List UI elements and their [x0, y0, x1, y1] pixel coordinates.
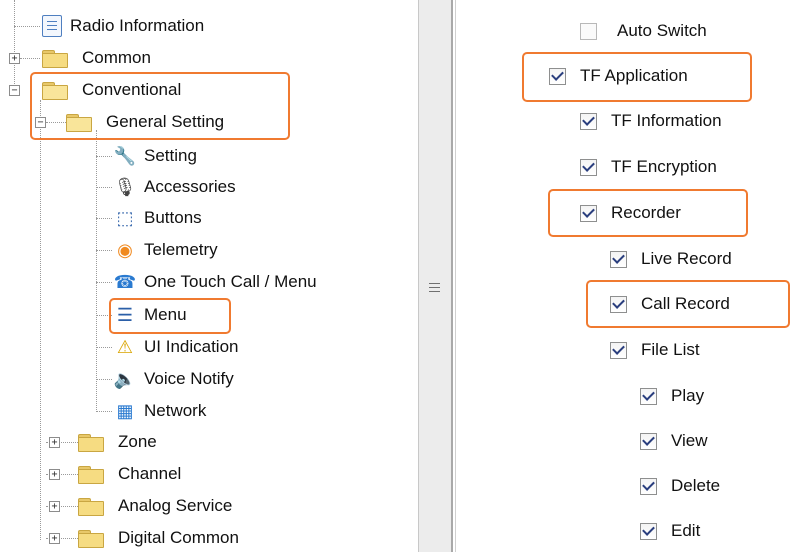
- option-label: Edit: [671, 521, 701, 540]
- checkbox[interactable]: [580, 158, 597, 176]
- tree-line: [14, 0, 15, 94]
- option-label: TF Encryption: [611, 157, 717, 176]
- tree-item-label: Radio Information: [70, 16, 205, 35]
- ui-indication-icon: ⚠: [116, 337, 134, 357]
- tree-item-telemetry[interactable]: ◉ Telemetry: [114, 237, 218, 263]
- tree-item-label: One Touch Call / Menu: [144, 272, 317, 291]
- expand-digital-common-icon[interactable]: +: [49, 533, 60, 544]
- option-delete[interactable]: Delete: [640, 473, 720, 499]
- tree-item-digital-common[interactable]: Digital Common: [78, 525, 239, 551]
- tree-item-label: Telemetry: [144, 240, 218, 259]
- tree-line: [96, 130, 97, 412]
- option-view[interactable]: View: [640, 428, 708, 454]
- option-tf-encryption[interactable]: TF Encryption: [580, 154, 717, 180]
- highlight-box: [109, 298, 231, 334]
- highlight-box: [548, 189, 748, 237]
- highlight-box: [30, 72, 290, 140]
- tree-item-label: UI Indication: [144, 337, 239, 356]
- option-label: Delete: [671, 476, 721, 495]
- expand-zone-icon[interactable]: +: [49, 437, 60, 448]
- folder-icon: [78, 529, 104, 548]
- tree-item-label: Channel: [118, 464, 182, 483]
- checkbox[interactable]: [640, 522, 657, 540]
- option-tf-information[interactable]: TF Information: [580, 108, 722, 134]
- tree-line: [96, 187, 112, 188]
- tree-item-network[interactable]: ▦ Network: [114, 398, 206, 424]
- tree-item-voice-notify[interactable]: 🔈 Voice Notify: [114, 366, 234, 392]
- checkbox[interactable]: [640, 432, 657, 450]
- wrench-icon: 🔧: [113, 146, 137, 166]
- phone-icon: ☎: [113, 272, 137, 292]
- tree-line: [96, 347, 112, 348]
- option-label: Live Record: [641, 249, 732, 268]
- tree-item-label: Digital Common: [118, 528, 239, 547]
- tree-item-label: Accessories: [144, 177, 236, 196]
- tree-line: [20, 58, 40, 59]
- tree-line: [96, 282, 112, 283]
- option-live-record[interactable]: Live Record: [610, 246, 732, 272]
- option-label: Auto Switch: [617, 21, 707, 40]
- tree-line: [96, 379, 112, 380]
- tree-item-label: Analog Service: [118, 496, 233, 515]
- option-label: File List: [641, 340, 700, 359]
- tree-item-buttons[interactable]: ⬚ Buttons: [114, 205, 202, 231]
- option-file-list[interactable]: File List: [610, 337, 700, 363]
- expand-analog-service-icon[interactable]: +: [49, 501, 60, 512]
- tree-item-common[interactable]: Common: [42, 45, 151, 71]
- option-play[interactable]: Play: [640, 383, 704, 409]
- checkbox[interactable]: [580, 22, 597, 40]
- tree-item-one-touch-call-menu[interactable]: ☎ One Touch Call / Menu: [114, 269, 317, 295]
- option-edit[interactable]: Edit: [640, 518, 700, 544]
- folder-icon: [78, 465, 104, 484]
- tree-item-label: Zone: [118, 432, 157, 451]
- doc-icon: [42, 15, 62, 37]
- tree-item-zone[interactable]: Zone: [78, 429, 157, 455]
- tree-line: [40, 100, 41, 540]
- speaker-icon: 🔈: [113, 369, 137, 389]
- option-auto-switch[interactable]: Auto Switch: [580, 18, 707, 44]
- option-label: TF Information: [611, 111, 722, 130]
- navigation-tree: + − − + + + + Radio Information Common C…: [0, 0, 420, 552]
- expand-common-icon[interactable]: +: [9, 53, 20, 64]
- tree-item-channel[interactable]: Channel: [78, 461, 181, 487]
- buttons-icon: ⬚: [116, 208, 134, 228]
- tree-line: [96, 218, 112, 219]
- tree-item-label: Voice Notify: [144, 369, 234, 388]
- option-label: Play: [671, 386, 705, 405]
- tree-item-analog-service[interactable]: Analog Service: [78, 493, 232, 519]
- highlight-box: [586, 280, 790, 328]
- checkbox[interactable]: [610, 250, 627, 268]
- tree-item-label: Buttons: [144, 208, 202, 227]
- accessories-icon: 🎙: [113, 177, 137, 197]
- menu-settings-panel: Auto Switch TF Application TF Informatio…: [456, 0, 795, 552]
- network-icon: ▦: [116, 401, 134, 421]
- telemetry-icon: ◉: [117, 240, 133, 260]
- tree-item-label: Common: [82, 48, 151, 67]
- folder-icon: [78, 497, 104, 516]
- folder-icon: [78, 433, 104, 452]
- expand-channel-icon[interactable]: +: [49, 469, 60, 480]
- highlight-box: [522, 52, 752, 102]
- folder-icon: [42, 49, 68, 68]
- tree-item-radio-information[interactable]: Radio Information: [42, 13, 204, 39]
- checkbox[interactable]: [640, 477, 657, 495]
- grip-icon: [429, 283, 440, 293]
- splitter-handle[interactable]: [418, 0, 452, 552]
- tree-line: [96, 156, 112, 157]
- tree-item-label: Network: [144, 401, 207, 420]
- tree-line: [14, 26, 40, 27]
- tree-item-ui-indication[interactable]: ⚠ UI Indication: [114, 334, 239, 360]
- tree-line: [96, 250, 112, 251]
- option-label: View: [671, 431, 708, 450]
- tree-item-label: Setting: [144, 146, 197, 165]
- tree-line: [96, 411, 112, 412]
- tree-item-setting[interactable]: 🔧 Setting: [114, 143, 197, 169]
- checkbox[interactable]: [640, 387, 657, 405]
- collapse-conventional-icon[interactable]: −: [9, 85, 20, 96]
- checkbox[interactable]: [580, 112, 597, 130]
- pane-divider: [451, 0, 453, 552]
- tree-item-accessories[interactable]: 🎙 Accessories: [114, 174, 236, 200]
- checkbox[interactable]: [610, 341, 627, 359]
